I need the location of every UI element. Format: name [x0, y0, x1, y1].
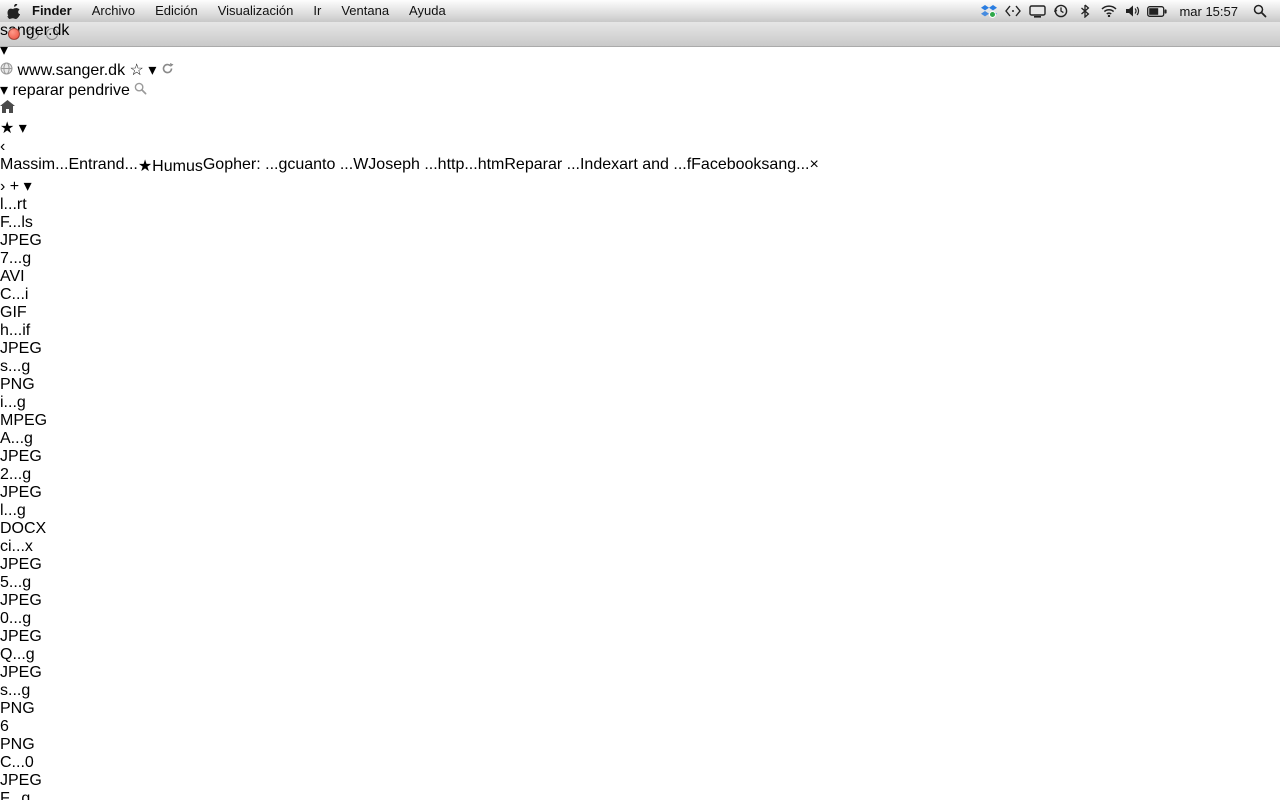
browser-viewport: l...rtF...lsJPEG7...gAVIC...iGIFh...ifJP…: [0, 196, 1280, 800]
file-icon-grid: l...rtF...lsJPEG7...gAVIC...iGIFh...ifJP…: [0, 196, 1280, 800]
